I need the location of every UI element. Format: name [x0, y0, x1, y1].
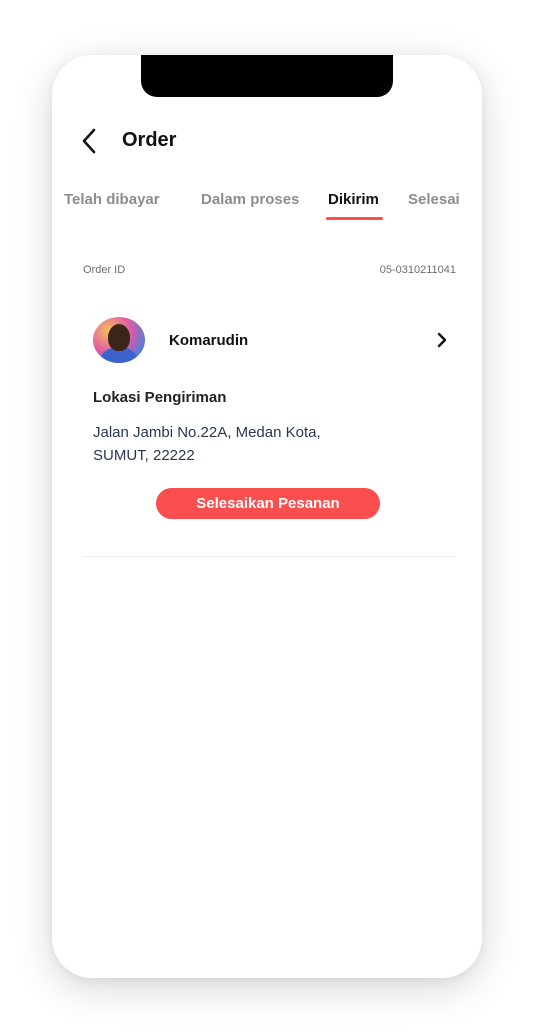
order-id-label: Order ID — [83, 264, 126, 276]
address-line-1: Jalan Jambi No.22A, Medan Kota, — [93, 424, 321, 441]
shipping-location-title: Lokasi Pengiriman — [93, 389, 227, 406]
avatar — [93, 317, 145, 363]
chevron-left-icon — [82, 128, 96, 154]
tab-selesai[interactable]: Selesai — [408, 191, 460, 208]
customer-row[interactable]: Komarudin — [93, 317, 449, 363]
page-title: Order — [122, 129, 177, 151]
shipping-address: Jalan Jambi No.22A, Medan Kota, SUMUT, 2… — [93, 421, 383, 467]
finish-order-button[interactable]: Selesaikan Pesanan — [156, 488, 380, 519]
order-id-value: 05-0310211041 — [379, 264, 456, 276]
phone-frame: Order Telah dibayar Dalam proses Dikirim… — [52, 55, 482, 978]
back-button[interactable] — [76, 125, 104, 157]
tab-dalam-proses[interactable]: Dalam proses — [201, 191, 299, 208]
chevron-right-icon[interactable] — [435, 330, 449, 350]
tab-dikirim[interactable]: Dikirim — [328, 191, 379, 208]
divider — [83, 556, 456, 557]
app-header: Order — [52, 121, 482, 161]
phone-notch — [141, 55, 393, 97]
customer-name: Komarudin — [169, 332, 249, 349]
address-line-2: SUMUT, 22222 — [93, 447, 195, 464]
avatar-face-shape — [108, 324, 130, 351]
active-tab-indicator — [326, 217, 383, 220]
tab-telah-dibayar[interactable]: Telah dibayar — [64, 191, 160, 208]
order-status-tabs: Telah dibayar Dalam proses Dikirim Seles… — [52, 187, 482, 227]
